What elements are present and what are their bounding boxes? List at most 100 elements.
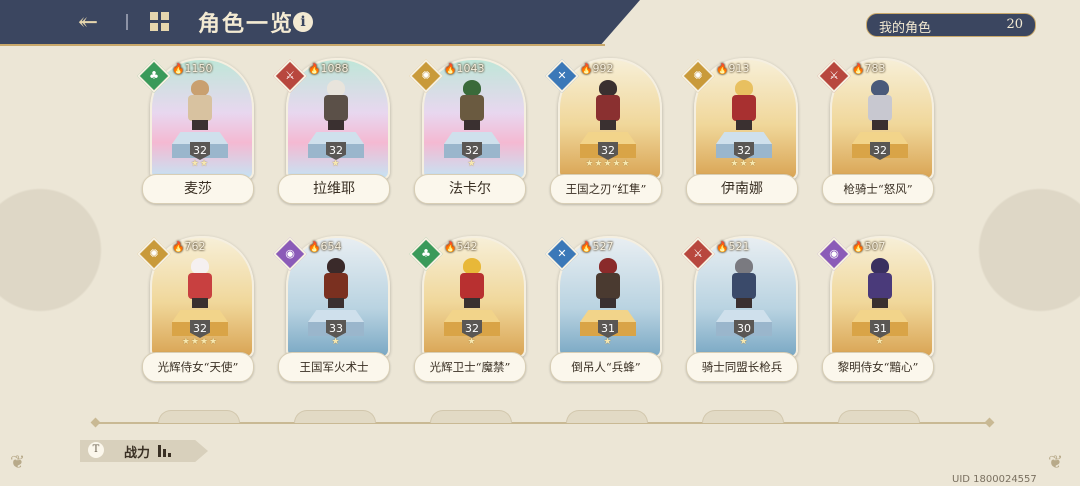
next-row-card-peek xyxy=(838,410,920,423)
sprite-head xyxy=(191,80,209,96)
info-icon[interactable]: i xyxy=(293,12,313,32)
power-value: 🔥783 xyxy=(852,62,922,75)
star-rating: ★ xyxy=(467,159,477,169)
character-card[interactable]: ◉ 🔥507 31 ★ 黎明侍女“黯心” xyxy=(817,236,934,386)
power-number: 507 xyxy=(864,240,886,253)
star-rating: ★★ xyxy=(190,159,210,169)
flame-icon: 🔥 xyxy=(716,242,729,253)
character-sprite xyxy=(318,80,354,132)
sprite-body xyxy=(596,273,620,299)
flame-icon: 🔥 xyxy=(172,242,185,253)
power-number: 521 xyxy=(728,240,750,253)
flame-icon: 🔥 xyxy=(580,64,593,75)
character-card[interactable]: ♣ 🔥542 32 ★ 光辉卫士“魔禁” xyxy=(409,236,526,386)
flame-icon: 🔥 xyxy=(852,64,865,75)
power-value: 🔥1043 xyxy=(444,62,514,75)
sprite-body xyxy=(460,95,484,121)
power-value: 🔥1150 xyxy=(172,62,242,75)
power-value: 🔥542 xyxy=(444,240,514,253)
power-number: 542 xyxy=(456,240,478,253)
character-card[interactable]: ✺ 🔥1043 32 ★ 法卡尔 xyxy=(409,58,526,208)
separator xyxy=(126,14,128,30)
character-sprite xyxy=(726,80,762,132)
character-sprite xyxy=(862,80,898,132)
sort-by-power-button[interactable]: T 战力 xyxy=(80,440,208,462)
character-card[interactable]: ✺ 🔥913 32 ★★★ 伊南娜 xyxy=(681,58,798,208)
character-sprite xyxy=(590,80,626,132)
sprite-head xyxy=(599,80,617,96)
character-sprite xyxy=(454,258,490,310)
character-sprite xyxy=(726,258,762,310)
character-name: 倒吊人“兵蜂” xyxy=(550,352,662,382)
top-bar-edge xyxy=(0,44,605,46)
power-value: 🔥992 xyxy=(580,62,650,75)
character-name: 麦莎 xyxy=(142,174,254,204)
star-rating: ★★★ xyxy=(730,159,758,169)
user-id: UID 1800024557 xyxy=(952,474,1037,485)
power-number: 527 xyxy=(592,240,614,253)
sprite-head xyxy=(599,258,617,274)
flame-icon: 🔥 xyxy=(444,242,457,253)
sprite-body xyxy=(732,95,756,121)
sprite-head xyxy=(463,80,481,96)
character-card[interactable]: ✺ 🔥762 32 ★★★★ 光辉侍女“天使” xyxy=(137,236,254,386)
flame-icon: 🔥 xyxy=(308,242,321,253)
character-card[interactable]: ✕ 🔥527 31 ★ 倒吊人“兵蜂” xyxy=(545,236,662,386)
roster-label: 我的角色 xyxy=(879,21,932,36)
sprite-legs xyxy=(328,298,344,308)
sprite-body xyxy=(868,273,892,299)
star-rating: ★★★★★ xyxy=(585,159,631,169)
next-row-card-peek xyxy=(566,410,648,423)
flame-icon: 🔥 xyxy=(172,64,185,75)
grid-menu-icon[interactable] xyxy=(150,12,170,32)
sprite-legs xyxy=(192,120,208,130)
next-row-card-peek xyxy=(158,410,240,423)
roster-count-badge: 我的角色 20 xyxy=(866,13,1036,37)
sprite-body xyxy=(868,95,892,121)
sprite-head xyxy=(327,258,345,274)
power-number: 654 xyxy=(320,240,342,253)
character-card[interactable]: ⚔ 🔥1088 32 ★ 拉维耶 xyxy=(273,58,390,208)
power-number: 762 xyxy=(184,240,206,253)
flame-icon: 🔥 xyxy=(308,64,321,75)
star-rating: ★ xyxy=(875,337,885,347)
character-sprite xyxy=(454,80,490,132)
character-card[interactable]: ⚔ 🔥521 30 ★ 骑士同盟长枪兵 xyxy=(681,236,798,386)
character-name: 枪骑士“怒风” xyxy=(822,174,934,204)
sprite-legs xyxy=(192,298,208,308)
sprite-legs xyxy=(464,298,480,308)
back-arrow-icon[interactable]: ↞ xyxy=(68,8,108,36)
character-sprite xyxy=(318,258,354,310)
flame-icon: 🔥 xyxy=(852,242,865,253)
character-card[interactable]: ✕ 🔥992 32 ★★★★★ 王国之刃“红隼” xyxy=(545,58,662,208)
character-name: 王国军火术士 xyxy=(278,352,390,382)
sprite-head xyxy=(735,80,753,96)
next-row-card-peek xyxy=(430,410,512,423)
character-name: 伊南娜 xyxy=(686,174,798,204)
sprite-head xyxy=(871,258,889,274)
divider-ornament xyxy=(90,417,101,428)
divider-ornament xyxy=(984,417,995,428)
sprite-head xyxy=(463,258,481,274)
power-number: 992 xyxy=(592,62,614,75)
sprite-body xyxy=(596,95,620,121)
character-name: 骑士同盟长枪兵 xyxy=(686,352,798,382)
character-name: 法卡尔 xyxy=(414,174,526,204)
character-sprite xyxy=(590,258,626,310)
sprite-body xyxy=(732,273,756,299)
star-rating: ★★★★ xyxy=(181,337,219,347)
power-number: 913 xyxy=(728,62,750,75)
sprite-head xyxy=(191,258,209,274)
next-row-card-peek xyxy=(294,410,376,423)
sprite-head xyxy=(735,258,753,274)
power-number: 1043 xyxy=(456,62,485,75)
power-number: 1150 xyxy=(184,62,213,75)
power-number: 1088 xyxy=(320,62,349,75)
character-card[interactable]: ◉ 🔥654 33 ★ 王国军火术士 xyxy=(273,236,390,386)
sprite-body xyxy=(324,95,348,121)
character-card[interactable]: ⚔ 🔥783 32 枪骑士“怒风” xyxy=(817,58,934,208)
sprite-legs xyxy=(872,298,888,308)
character-sprite xyxy=(182,258,218,310)
corner-ornament-icon: ❦ xyxy=(10,452,26,473)
character-card[interactable]: ♣ 🔥1150 32 ★★ 麦莎 xyxy=(137,58,254,208)
